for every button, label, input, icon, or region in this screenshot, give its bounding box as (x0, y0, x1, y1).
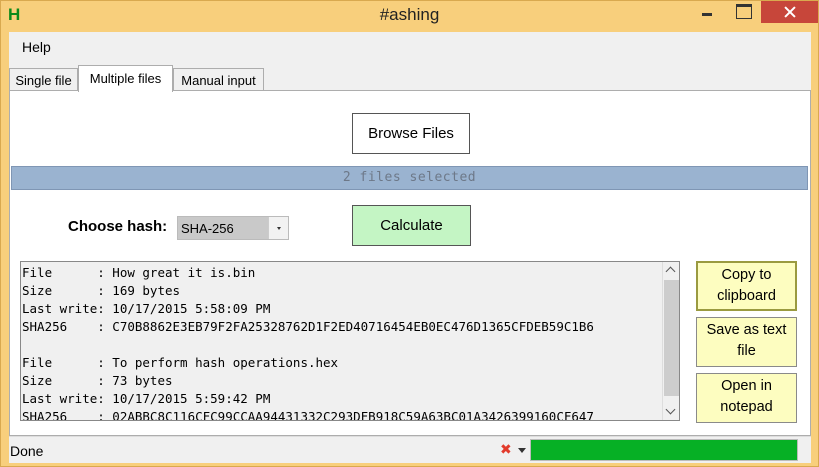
chevron-down-icon[interactable] (518, 448, 526, 453)
hash-output-textbox[interactable]: File : How great it is.bin Size : 169 by… (20, 261, 680, 421)
status-bar: Done ✖ (9, 436, 811, 463)
open-in-notepad-button[interactable]: Open in notepad (696, 373, 797, 423)
menu-bar: Help (9, 32, 811, 60)
hash-selected-value: SHA-256 (181, 221, 234, 236)
status-text: Done (10, 443, 44, 459)
app-window: H #ashing Help Single file Multiple file… (0, 0, 819, 467)
progress-fill (531, 440, 797, 460)
chevron-down-icon (277, 227, 281, 230)
multiple-files-panel: Browse Files 2 files selected Choose has… (9, 90, 811, 436)
scroll-up-icon[interactable] (663, 262, 679, 279)
maximize-button[interactable] (725, 1, 761, 23)
save-as-text-file-button[interactable]: Save as text file (696, 317, 797, 367)
tab-single-file[interactable]: Single file (9, 68, 78, 92)
close-button[interactable] (761, 1, 818, 23)
selection-status-bar: 2 files selected (11, 166, 808, 190)
copy-to-clipboard-button[interactable]: Copy to clipboard (696, 261, 797, 311)
tab-manual-input[interactable]: Manual input (173, 68, 264, 92)
output-scrollbar[interactable] (662, 262, 679, 420)
hash-algorithm-select[interactable]: SHA-256 (177, 216, 289, 240)
choose-hash-label: Choose hash: (68, 218, 168, 235)
tab-multiple-files[interactable]: Multiple files (78, 65, 173, 92)
scroll-thumb[interactable] (664, 280, 679, 396)
close-x-icon[interactable]: ✖ (500, 442, 512, 458)
menu-help[interactable]: Help (22, 39, 51, 55)
tab-strip: Single file Multiple files Manual input (9, 60, 811, 92)
title-bar[interactable]: H #ashing (1, 1, 818, 31)
progress-bar (530, 439, 798, 461)
calculate-button[interactable]: Calculate (352, 205, 471, 246)
minimize-button[interactable] (689, 1, 725, 23)
browse-files-button[interactable]: Browse Files (352, 113, 470, 154)
hash-select-arrow[interactable] (268, 217, 288, 239)
scroll-down-icon[interactable] (663, 403, 679, 420)
hash-output-text: File : How great it is.bin Size : 169 by… (22, 265, 594, 421)
